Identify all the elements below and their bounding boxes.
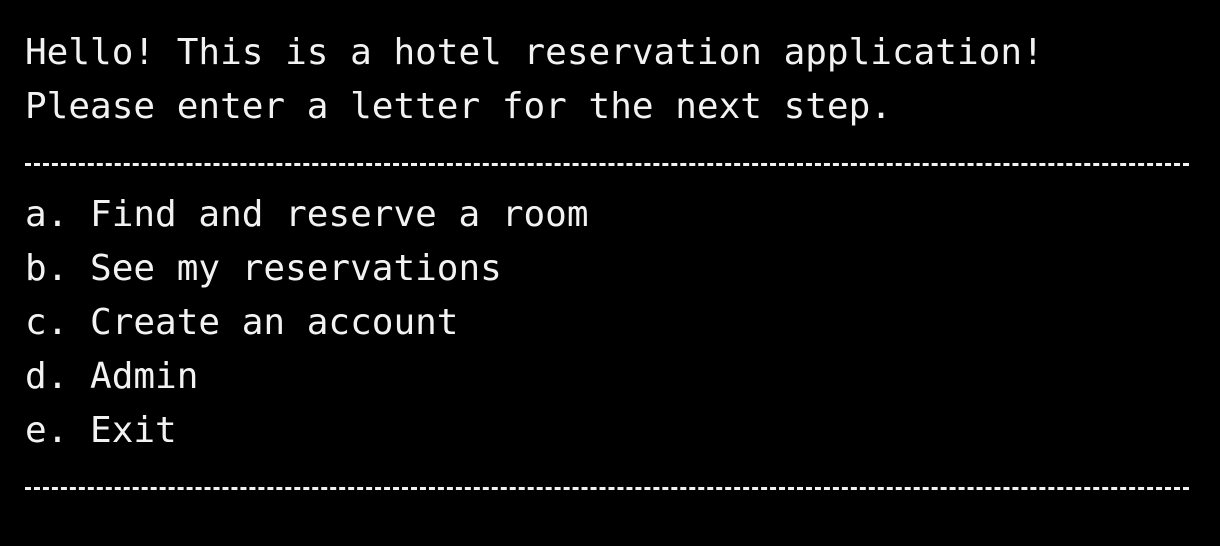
menu-option-e: e. Exit — [25, 410, 177, 451]
menu-option-c: c. Create an account — [25, 302, 459, 343]
menu-option-d: d. Admin — [25, 356, 199, 397]
greeting-text: Hello! This is a hotel reservation appli… — [25, 32, 1044, 73]
terminal-window[interactable]: Hello! This is a hotel reservation appli… — [0, 0, 1220, 546]
top-divider — [25, 134, 1189, 188]
bottom-divider — [25, 458, 1189, 512]
menu-option-b: b. See my reservations — [25, 248, 502, 289]
instruction-text: Please enter a letter for the next step. — [25, 86, 892, 127]
menu-option-a: a. Find and reserve a room — [25, 194, 589, 235]
